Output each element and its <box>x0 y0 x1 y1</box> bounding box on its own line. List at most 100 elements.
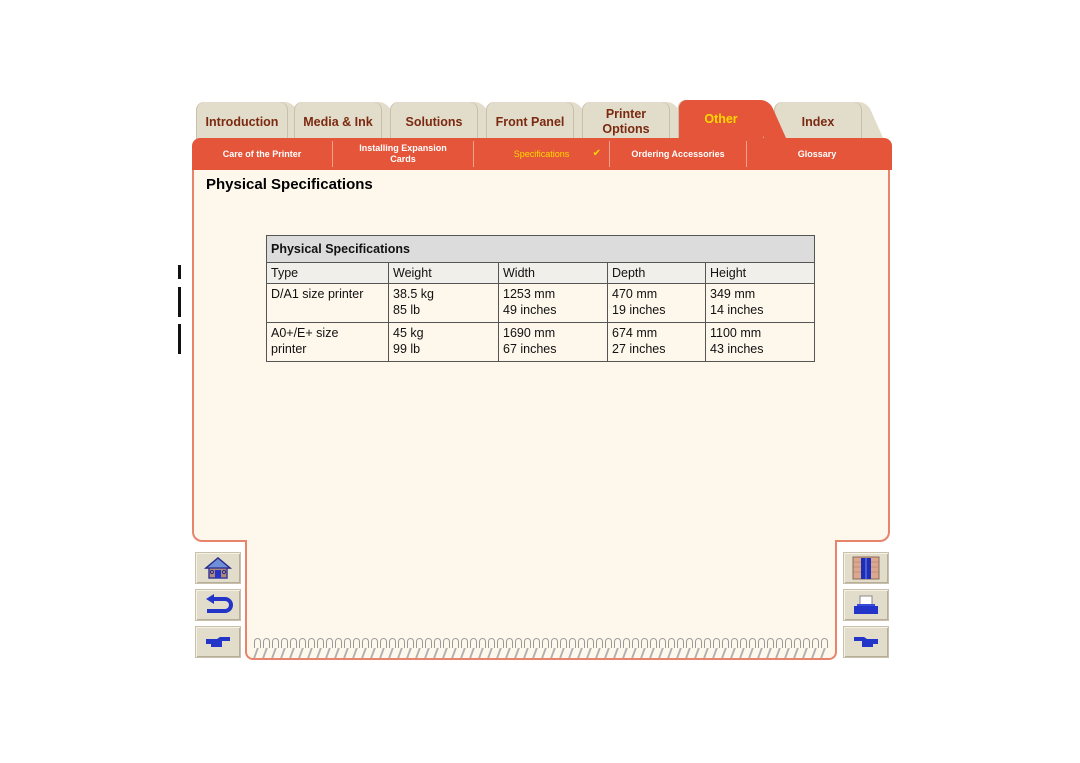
spiral-coil <box>324 636 333 660</box>
tab-label-line2: Options <box>602 122 650 136</box>
main-tabs: Introduction Media & Ink Solutions Front… <box>196 100 886 142</box>
cell-line: 674 mm <box>612 326 658 340</box>
subnav-label-line2: Cards <box>390 154 416 164</box>
tab-other[interactable]: Other <box>678 100 764 138</box>
spiral-coil <box>783 636 792 660</box>
cell-line: 1100 mm <box>710 326 762 340</box>
spiral-coil <box>414 636 423 660</box>
spiral-coil <box>693 636 702 660</box>
spiral-coil <box>675 636 684 660</box>
spiral-coil <box>540 636 549 660</box>
spiral-coil <box>576 636 585 660</box>
previous-page-icon <box>854 637 878 647</box>
cell-weight: 38.5 kg 85 lb <box>388 283 499 323</box>
change-bar <box>178 265 181 279</box>
change-bar <box>178 324 181 354</box>
cell-height: 349 mm 14 inches <box>705 283 815 323</box>
spiral-coil <box>711 636 720 660</box>
spiral-coil <box>342 636 351 660</box>
change-bar <box>178 287 181 317</box>
spiral-coil <box>315 636 324 660</box>
home-button[interactable] <box>195 552 241 584</box>
subnav-ordering-accessories[interactable]: Ordering Accessories <box>610 141 746 167</box>
spiral-coil <box>531 636 540 660</box>
spiral-coil <box>549 636 558 660</box>
spiral-coil <box>495 636 504 660</box>
cell-line: A0+/E+ size <box>271 326 339 340</box>
tab-introduction[interactable]: Introduction <box>196 102 288 142</box>
cell-line: 19 inches <box>612 303 666 317</box>
spiral-coil <box>261 636 270 660</box>
back-button[interactable] <box>195 589 241 621</box>
cell-line: 14 inches <box>710 303 764 317</box>
tab-label: Front Panel <box>495 114 565 129</box>
spiral-coil <box>774 636 783 660</box>
cell-line: 349 mm <box>710 287 756 301</box>
tab-label: Index <box>801 114 835 129</box>
spiral-coil <box>297 636 306 660</box>
print-button[interactable] <box>843 589 889 621</box>
subnav-label: Glossary <box>797 148 837 159</box>
subnav-glossary[interactable]: Glossary <box>747 141 887 167</box>
spiral-coil <box>594 636 603 660</box>
cell-width: 1690 mm 67 inches <box>498 322 608 362</box>
spiral-coil <box>666 636 675 660</box>
tab-solutions[interactable]: Solutions <box>390 102 478 142</box>
table-row: D/A1 size printer 38.5 kg 85 lb 1253 mm 49… <box>266 283 815 323</box>
subnav-label: Specifications <box>513 148 570 159</box>
cell-depth: 470 mm 19 inches <box>607 283 706 323</box>
panel-joint <box>247 535 835 549</box>
checkmark-icon: ✔ <box>592 148 601 159</box>
header-depth: Depth <box>607 262 706 284</box>
cell-type: D/A1 size printer <box>266 283 389 323</box>
cell-line: 38.5 kg <box>393 287 435 301</box>
spiral-coil <box>459 636 468 660</box>
cell-line: D/A1 size printer <box>271 287 364 301</box>
previous-page-button[interactable] <box>843 626 889 658</box>
print-icon <box>854 595 878 614</box>
cell-weight: 45 kg 99 lb <box>388 322 499 362</box>
spiral-coil <box>612 636 621 660</box>
subnav-care-of-printer[interactable]: Care of the Printer <box>192 141 332 167</box>
tab-index[interactable]: Index <box>774 102 862 142</box>
header-height: Height <box>705 262 815 284</box>
table-row: A0+/E+ size printer 45 kg 99 lb 1690 mm 67 … <box>266 322 815 362</box>
subnav-installing-expansion-cards[interactable]: Installing Expansion Cards <box>333 141 473 167</box>
tab-media-ink[interactable]: Media & Ink <box>294 102 382 142</box>
next-page-button[interactable] <box>195 626 241 658</box>
cell-height: 1100 mm 43 inches <box>705 322 815 362</box>
back-icon <box>206 594 233 613</box>
spiral-coil <box>585 636 594 660</box>
spiral-coil <box>738 636 747 660</box>
subnav-label: Ordering Accessories <box>631 148 725 159</box>
spiral-coil <box>351 636 360 660</box>
cell-depth: 674 mm 27 inches <box>607 322 706 362</box>
spiral-coil <box>360 636 369 660</box>
tab-label: Other <box>704 111 738 126</box>
tab-printer-options[interactable]: Printer Options <box>582 102 670 142</box>
spiral-coil <box>657 636 666 660</box>
spiral-coil <box>810 636 819 660</box>
spiral-coil <box>405 636 414 660</box>
tab-front-panel[interactable]: Front Panel <box>486 102 574 142</box>
tab-label: Introduction <box>205 114 279 129</box>
cell-width: 1253 mm 49 inches <box>498 283 608 323</box>
exit-button[interactable] <box>843 552 889 584</box>
cell-line: 1690 mm <box>503 326 556 340</box>
spiral-coil <box>423 636 432 660</box>
spiral-coil <box>468 636 477 660</box>
subnav-specifications[interactable]: Specifications ✔ <box>474 141 609 167</box>
spiral-coil <box>558 636 567 660</box>
spiral-coil <box>450 636 459 660</box>
spiral-coil <box>747 636 756 660</box>
spiral-coil <box>639 636 648 660</box>
cell-line: 67 inches <box>503 342 557 356</box>
spiral-coil <box>252 636 261 660</box>
spiral-coil <box>279 636 288 660</box>
cell-line: 43 inches <box>710 342 764 356</box>
spiral-coil <box>630 636 639 660</box>
cell-line: 99 lb <box>393 342 421 356</box>
spiral-coil <box>369 636 378 660</box>
spiral-coil <box>387 636 396 660</box>
cell-line: 470 mm <box>612 287 658 301</box>
